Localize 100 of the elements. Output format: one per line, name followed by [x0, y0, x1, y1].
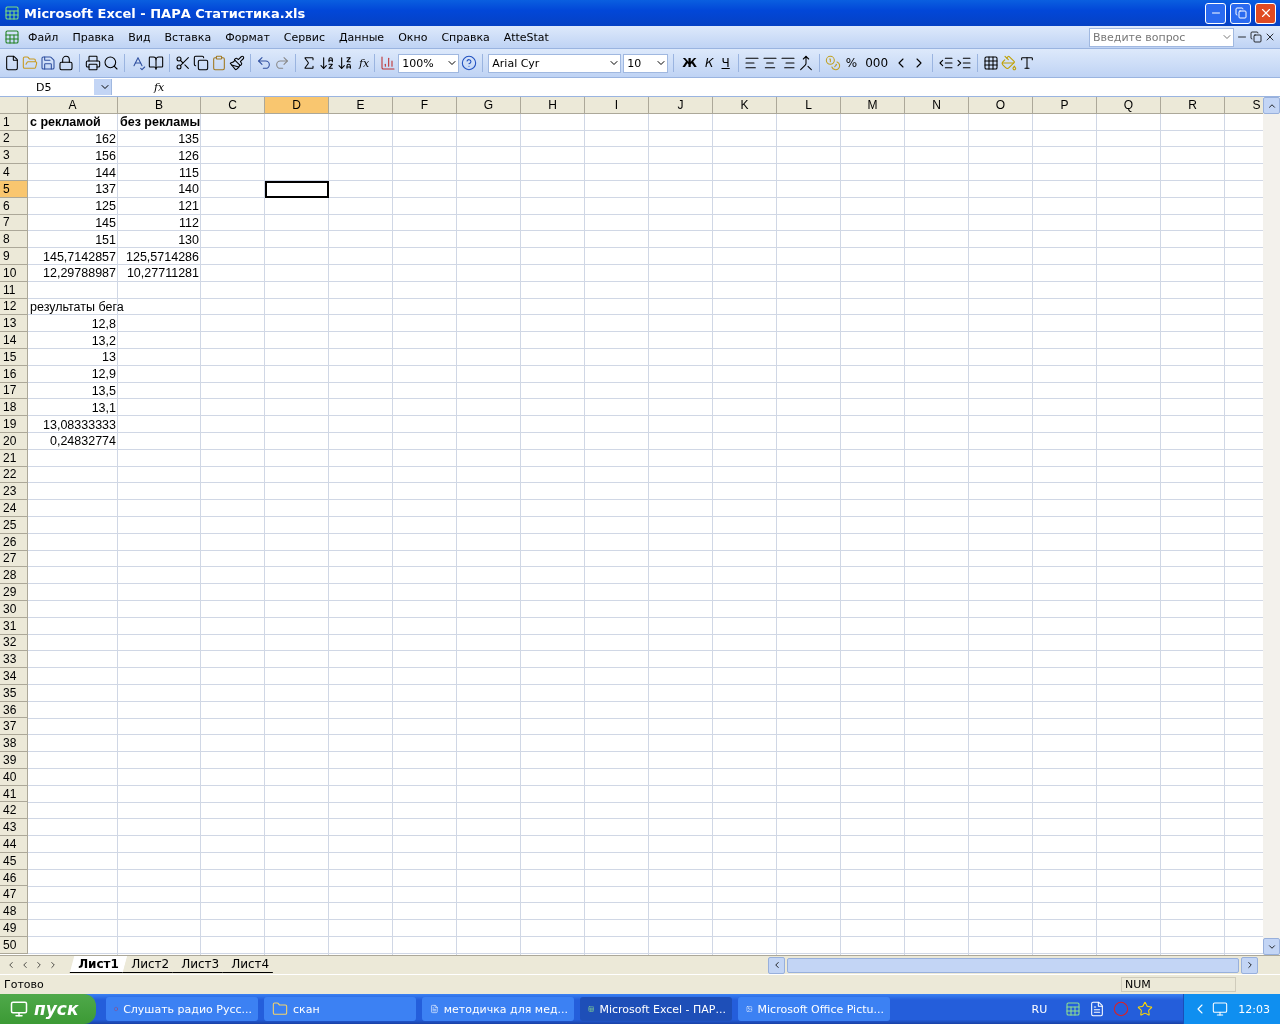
- scroll-right-button[interactable]: [1241, 956, 1258, 974]
- decrease-indent-icon[interactable]: [938, 55, 955, 71]
- column-header[interactable]: F: [393, 97, 457, 114]
- column-header[interactable]: A: [28, 97, 118, 114]
- restore-icon[interactable]: [1250, 31, 1262, 43]
- spreadsheet-icon[interactable]: [1065, 1001, 1082, 1017]
- format-painter-icon[interactable]: [229, 55, 245, 71]
- previous-sheet-icon[interactable]: [20, 960, 30, 970]
- row-header[interactable]: 14: [0, 332, 28, 349]
- help-search-field[interactable]: Введите вопрос: [1089, 27, 1234, 47]
- undo-icon[interactable]: [256, 55, 272, 71]
- sort-ascending-icon[interactable]: [319, 55, 335, 71]
- active-cell[interactable]: [265, 181, 329, 198]
- column-header[interactable]: D: [265, 97, 329, 114]
- increase-indent-icon[interactable]: [956, 55, 973, 71]
- align-center-icon[interactable]: [761, 55, 778, 71]
- row-header[interactable]: 9: [0, 248, 28, 265]
- spreadsheet-icon[interactable]: [4, 29, 20, 45]
- row-header[interactable]: 37: [0, 718, 28, 736]
- menu-item[interactable]: Формат: [219, 28, 276, 46]
- row-header[interactable]: 23: [0, 483, 28, 501]
- underline-button[interactable]: Ч: [718, 56, 733, 70]
- print-preview-icon[interactable]: [103, 55, 119, 71]
- column-header[interactable]: Q: [1097, 97, 1161, 114]
- borders-icon[interactable]: [983, 55, 1000, 71]
- row-header[interactable]: 3: [0, 147, 28, 165]
- row-header[interactable]: 13: [0, 315, 28, 333]
- row-header[interactable]: 28: [0, 567, 28, 585]
- language-indicator[interactable]: RU: [1031, 1002, 1048, 1016]
- insert-function-text[interactable]: fx: [359, 56, 370, 70]
- chart-icon[interactable]: [380, 55, 397, 71]
- zoom-dropdown[interactable]: 100%: [398, 53, 460, 73]
- column-header[interactable]: G: [457, 97, 521, 114]
- percent-button[interactable]: %: [842, 56, 861, 70]
- close-icon[interactable]: [1264, 31, 1276, 43]
- save-icon[interactable]: [40, 55, 56, 71]
- copy-icon[interactable]: [193, 55, 209, 71]
- row-header[interactable]: 4: [0, 164, 28, 181]
- row-header[interactable]: 39: [0, 752, 28, 769]
- cut-icon[interactable]: [175, 55, 191, 71]
- row-header[interactable]: 34: [0, 668, 28, 685]
- taskbar-button[interactable]: Microsoft Office Pictu...: [738, 997, 890, 1021]
- sort-descending-icon[interactable]: [337, 55, 353, 71]
- column-header[interactable]: O: [969, 97, 1033, 114]
- column-header[interactable]: N: [905, 97, 969, 114]
- document-icon[interactable]: [1089, 1001, 1106, 1017]
- taskbar-button[interactable]: Microsoft Excel - ПАР...: [580, 997, 732, 1021]
- row-header[interactable]: 24: [0, 500, 28, 517]
- column-header[interactable]: E: [329, 97, 393, 114]
- redo-icon[interactable]: [274, 55, 290, 71]
- menu-item[interactable]: Правка: [66, 28, 121, 46]
- taskbar-button[interactable]: методичка для мед...: [422, 997, 574, 1021]
- column-header[interactable]: P: [1033, 97, 1097, 114]
- row-header[interactable]: 29: [0, 584, 28, 601]
- network-icon[interactable]: [1212, 1001, 1229, 1017]
- font-size-dropdown[interactable]: 10: [623, 53, 669, 73]
- last-sheet-icon[interactable]: [48, 960, 58, 970]
- close-button[interactable]: [1255, 2, 1276, 24]
- column-header[interactable]: M: [841, 97, 905, 114]
- column-header[interactable]: B: [118, 97, 201, 114]
- menu-item[interactable]: Вид: [122, 28, 157, 46]
- menu-item[interactable]: AtteStat: [497, 28, 555, 46]
- spell-check-icon[interactable]: [130, 55, 146, 71]
- menu-item[interactable]: Файл: [22, 28, 65, 46]
- print-icon[interactable]: [85, 55, 101, 71]
- menu-item[interactable]: Сервис: [277, 28, 331, 46]
- column-header[interactable]: L: [777, 97, 841, 114]
- column-header[interactable]: H: [521, 97, 585, 114]
- row-header[interactable]: 19: [0, 416, 28, 433]
- row-header[interactable]: 8: [0, 231, 28, 249]
- sheet-tab[interactable]: Лист1: [69, 956, 128, 973]
- row-header[interactable]: 44: [0, 836, 28, 853]
- fill-color-icon[interactable]: [1001, 55, 1018, 71]
- sum-icon[interactable]: [301, 55, 317, 71]
- column-header[interactable]: C: [201, 97, 265, 114]
- column-header[interactable]: R: [1161, 97, 1225, 114]
- restore-button[interactable]: [1230, 2, 1251, 24]
- row-header[interactable]: 43: [0, 819, 28, 837]
- minimize-button[interactable]: [1205, 2, 1226, 24]
- row-header[interactable]: 47: [0, 886, 28, 904]
- menu-item[interactable]: Данные: [332, 28, 391, 46]
- font-color-icon[interactable]: [1019, 55, 1036, 71]
- row-header[interactable]: 18: [0, 399, 28, 417]
- first-sheet-icon[interactable]: [6, 960, 16, 970]
- column-header[interactable]: S: [1225, 97, 1263, 114]
- next-sheet-icon[interactable]: [34, 960, 44, 970]
- new-file-icon[interactable]: [4, 55, 20, 71]
- taskbar-button[interactable]: Слушать радио Русс...: [106, 997, 258, 1021]
- row-header[interactable]: 48: [0, 903, 28, 921]
- permission-icon[interactable]: [58, 55, 74, 71]
- thousands-button[interactable]: 000: [862, 56, 892, 70]
- research-icon[interactable]: [148, 55, 164, 71]
- font-dropdown[interactable]: Arial Cyr: [488, 53, 622, 73]
- menu-item[interactable]: Вставка: [158, 28, 218, 46]
- row-header[interactable]: 38: [0, 735, 28, 753]
- align-right-icon[interactable]: [779, 55, 796, 71]
- italic-button[interactable]: К: [702, 56, 717, 70]
- taskbar-button[interactable]: скан: [264, 997, 416, 1021]
- star-icon[interactable]: [1137, 1001, 1154, 1017]
- row-header[interactable]: 42: [0, 802, 28, 820]
